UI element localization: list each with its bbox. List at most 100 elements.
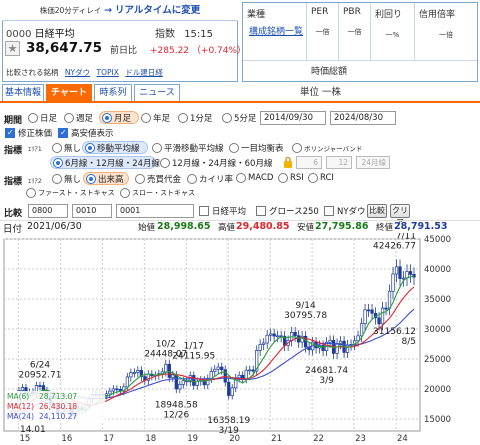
compared-link-dollar-nikkei[interactable]: ドル建日経 [125,68,163,77]
area1-none[interactable]: 無し [52,142,81,154]
radio-icon[interactable] [178,113,188,123]
area2-fast-stoch[interactable]: ファースト・ストキャス [26,188,115,198]
annotation-label: 16358.19 [207,416,250,426]
ma-input-3[interactable]: 24月線 [356,156,390,169]
highlow-toggle[interactable]: 高安値表示 [58,127,114,139]
radio-selected-icon[interactable] [102,113,112,123]
checkbox-icon[interactable] [324,206,334,216]
area2-rci[interactable]: RCI [308,173,334,183]
candlestick-chart[interactable]: 15000 20000 25000 30000 35000 40000 45000 15 16 1… [0,233,480,445]
checkbox-icon[interactable] [5,128,15,138]
x-tick-label: 22 [313,434,324,444]
realtime-link[interactable]: リアルタイムに変更 [115,5,200,16]
radio-icon[interactable] [26,188,36,198]
stock-code-name: 0000 日経平均 [6,25,75,40]
radio-icon[interactable] [52,143,62,153]
candle-body [387,290,392,309]
area2-turnover[interactable]: 売買代金 [135,173,181,185]
change-value: +285.22 [150,46,190,56]
checkbox-icon[interactable] [199,206,209,216]
tab-chart[interactable]: チャート [46,84,92,101]
radio-icon[interactable] [120,188,130,198]
compare-input-3[interactable]: 0001 [116,204,194,218]
area1-bollinger-label: ボリンジャーバンド [304,145,363,153]
area1-smoothed[interactable]: 平滑移動平均線 [152,142,224,154]
compared-label: 比較される銘柄 [6,68,59,77]
compare-input-1[interactable]: 0800 [28,204,68,218]
area2-volume[interactable]: 出来高 [86,173,124,185]
area2-deviation[interactable]: カイリ率 [187,173,233,185]
y-tick-label: 45000 [424,235,451,245]
period-5min[interactable]: 5分足 [222,112,256,124]
radio-icon[interactable] [141,113,151,123]
area1-ichimoku[interactable]: 一目均衡表 [229,142,284,154]
yield-label: 利回り [375,10,403,20]
candle-body [345,344,350,353]
realtime-notice[interactable]: 株価20分ディレイ → リアルタイムに変更 [2,2,238,21]
compare-button[interactable]: 比較 [367,204,387,218]
compared-link-nydow[interactable]: NYダウ [65,68,90,77]
compare-nydow[interactable]: NYダウ [324,205,366,217]
index-label: 指数 [155,29,175,40]
candle-body [227,381,231,396]
ma-input-2[interactable]: 12 [326,156,352,169]
ma-6-12-24[interactable]: 6月線・12月線・24月線 [53,157,160,169]
compare-growth250[interactable]: グロース250 [256,205,319,217]
area2-none[interactable]: 無し [52,173,81,185]
constituents-link[interactable]: 構成銘柄一覧 [249,27,303,37]
compare-input-2[interactable]: 0010 [72,204,112,218]
period-daily[interactable]: 日足 [28,112,57,124]
radio-icon[interactable] [236,173,246,183]
close-label: 終値 [376,223,394,233]
tab-timeseries[interactable]: 時系列 [94,84,132,101]
info-table: 業種 構成銘柄一覧 PER 一倍 PBR 一倍 利回り 一% 信用倍率 一倍 時… [242,2,478,82]
radio-icon[interactable] [135,174,145,184]
compare-growth250-label: グロース250 [269,207,319,217]
tab-news[interactable]: ニュース [134,84,180,101]
candle-body [321,344,325,351]
candle-body [363,309,367,325]
adjusted-price-toggle[interactable]: 修正株価 [5,127,52,139]
tab-basic-info[interactable]: 基本情報 [2,84,44,101]
date-to-input[interactable]: 2024/08/30 [330,111,396,125]
candle-body [276,335,280,338]
radio-icon[interactable] [292,143,302,153]
radio-icon[interactable] [152,143,162,153]
radio-icon[interactable] [160,158,170,168]
radio-icon[interactable] [64,113,74,123]
checkbox-icon[interactable] [58,128,68,138]
radio-icon[interactable] [187,174,197,184]
favorite-star-icon[interactable]: ★ [5,41,20,56]
period-1min[interactable]: 1分足 [178,112,212,124]
compared-link-topix[interactable]: TOPIX [96,68,118,77]
radio-selected-icon[interactable] [85,143,95,153]
area1-ma[interactable]: 移動平均線 [85,142,140,154]
annotation-label: 31156.12 [373,327,416,337]
highlow-label: 高安値表示 [71,129,114,139]
area2-rsi[interactable]: RSI [278,173,304,183]
y-tick-label: 25000 [424,355,451,365]
radio-icon[interactable] [229,143,239,153]
annotation-label: 20952.71 [18,370,61,380]
period-weekly[interactable]: 週足 [64,112,93,124]
radio-selected-icon[interactable] [86,174,96,184]
area1-bollinger[interactable]: ボリンジャーバンド [292,143,362,153]
checkbox-icon[interactable] [256,206,266,216]
area2-macd[interactable]: MACD [236,173,273,183]
radio-icon[interactable] [308,173,318,183]
clear-button[interactable]: クリア [390,204,410,227]
ma-12-24-60[interactable]: 12月線・24月線・60月線 [160,157,272,169]
area2-slow-stoch[interactable]: スロー・ストキャス [120,188,195,198]
ma-input-1[interactable]: 6 [296,156,322,169]
annotation-label: 30795.78 [284,311,327,321]
radio-selected-icon[interactable] [53,158,63,168]
date-from-input[interactable]: 2014/09/30 [260,111,326,125]
period-monthly-label: 月足 [114,114,132,124]
radio-icon[interactable] [28,113,38,123]
period-monthly[interactable]: 月足 [102,112,131,124]
radio-icon[interactable] [222,113,232,123]
radio-icon[interactable] [278,173,288,183]
radio-icon[interactable] [52,174,62,184]
compare-nikkei[interactable]: 日経平均 [199,205,246,217]
period-yearly[interactable]: 年足 [141,112,170,124]
